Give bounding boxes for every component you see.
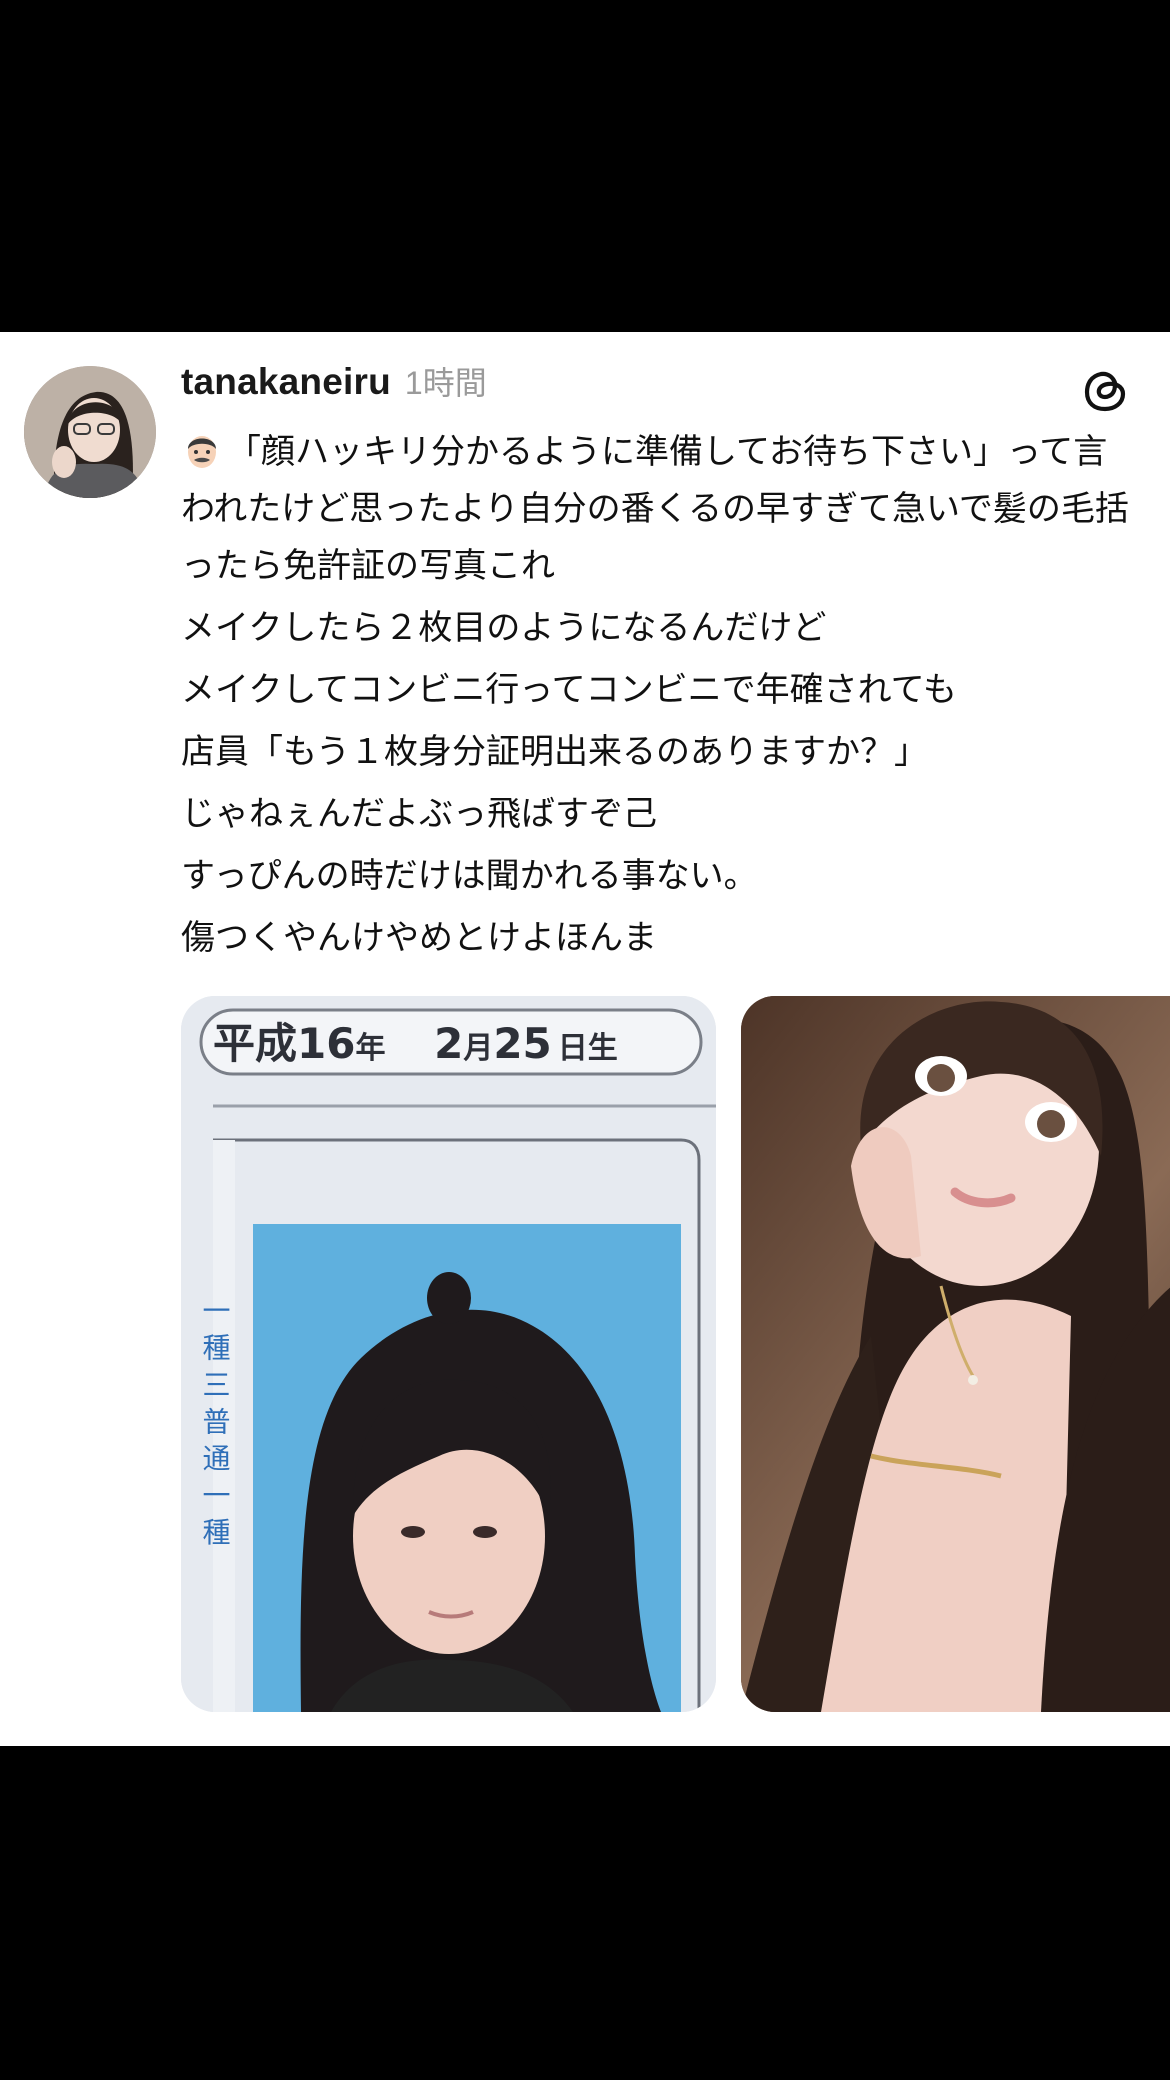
post-text-line-4: 店員「もう１枚身分証明出来るのありますか？」 bbox=[181, 732, 928, 772]
id-birth-month: 2 bbox=[434, 1019, 463, 1068]
id-birth-era: 平成 bbox=[213, 1019, 297, 1068]
username[interactable]: tanakaneiru bbox=[181, 361, 391, 403]
drivers-license-photo[interactable]: 平成16年 2月25 日生 一 種 三 普 通 一 種 bbox=[181, 996, 716, 1712]
id-month-unit: 月 bbox=[463, 1031, 493, 1066]
post-timestamp: 1時間 bbox=[404, 365, 487, 401]
post-text-line-6: すっぴんの時だけは聞かれる事ない。 bbox=[181, 856, 758, 896]
avatar-image bbox=[24, 366, 156, 498]
screenshot-frame: tanakaneiru 1時間 「顔ハッキリ分かるように準備してお待ち下さい」っ… bbox=[0, 0, 1170, 2080]
id-birth-year: 16 bbox=[297, 1019, 355, 1068]
image-carousel[interactable]: 平成16年 2月25 日生 一 種 三 普 通 一 種 bbox=[181, 996, 1170, 1712]
post-line: 店員「もう１枚身分証明出来るのありますか？」 bbox=[181, 724, 1141, 781]
id-day-suffix: 日生 bbox=[558, 1031, 618, 1066]
avatar[interactable] bbox=[24, 366, 156, 498]
id-birth-day: 25 bbox=[493, 1019, 551, 1068]
post-text-line-3: メイクしてコンビニ行ってコンビニで年確されても bbox=[181, 670, 957, 710]
post-line: 「顔ハッキリ分かるように準備してお待ち下さい」って言われたけど思ったより自分の番… bbox=[181, 424, 1141, 595]
threads-post-card[interactable]: tanakaneiru 1時間 「顔ハッキリ分かるように準備してお待ち下さい」っ… bbox=[0, 332, 1170, 1746]
post-text-line-5: じゃねぇんだよぶっ飛ばすぞ己 bbox=[181, 794, 657, 834]
post-line: じゃねぇんだよぶっ飛ばすぞ己 bbox=[181, 786, 1141, 843]
id-year-unit: 年 bbox=[355, 1031, 385, 1066]
id-side-text: 一 種 三 普 通 一 種 bbox=[199, 1296, 232, 1545]
post-line: メイクしてコンビニ行ってコンビニで年確されても bbox=[181, 662, 1141, 719]
post-body: 「顔ハッキリ分かるように準備してお待ち下さい」って言われたけど思ったより自分の番… bbox=[181, 424, 1141, 972]
post-line: メイクしたら２枚目のようになるんだけど bbox=[181, 600, 1141, 657]
post-text-line-7: 傷つくやんけやめとけよほんま bbox=[181, 918, 657, 958]
post-line: 傷つくやんけやめとけよほんま bbox=[181, 910, 1141, 967]
man-face-emoji-icon bbox=[181, 429, 223, 471]
threads-logo-icon[interactable] bbox=[1078, 362, 1134, 418]
post-header: tanakaneiru 1時間 bbox=[181, 358, 487, 422]
post-line: すっぴんの時だけは聞かれる事ない。 bbox=[181, 848, 1141, 905]
post-text-line-1: 「顔ハッキリ分かるように準備してお待ち下さい」って言われたけど思ったより自分の番… bbox=[181, 432, 1129, 586]
post-text-line-2: メイクしたら２枚目のようになるんだけど bbox=[181, 608, 827, 648]
makeup-selfie-photo[interactable] bbox=[741, 996, 1170, 1712]
